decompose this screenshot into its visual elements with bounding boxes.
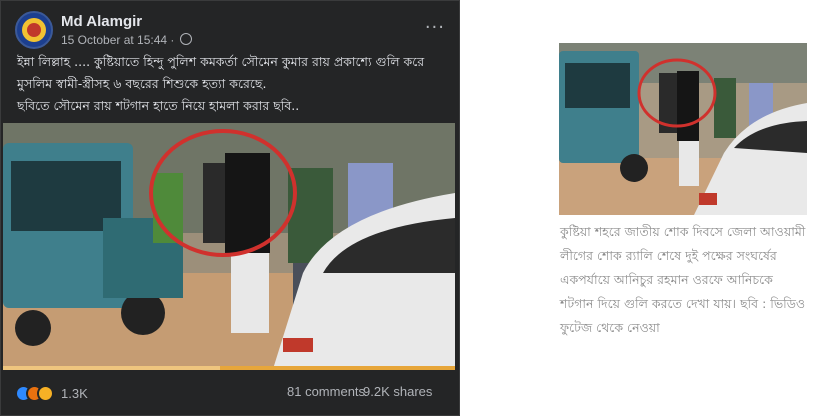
- post-timestamp[interactable]: 15 October at 15:44 ·: [61, 33, 174, 47]
- post-text: ইন্না লিল্লাহ .... কুষ্টিয়াতে হিন্দু পু…: [17, 51, 447, 117]
- post-text-line-2: ছবিতে সৌমেন রায় শটগান হাতে নিয়ে হামলা …: [17, 98, 300, 113]
- video-progress-played: [3, 366, 220, 370]
- comments-count[interactable]: 81 comments: [287, 384, 365, 399]
- avatar[interactable]: [15, 11, 53, 49]
- ellipsis-icon[interactable]: ···: [425, 17, 445, 38]
- reaction-count[interactable]: 1.3K: [61, 386, 88, 401]
- post-text-line-1: ইন্না লিল্লাহ .... কুষ্টিয়াতে হিন্দু পু…: [17, 54, 425, 91]
- globe-icon: [179, 33, 192, 45]
- news-photo: [559, 43, 807, 215]
- post-meta: 15 October at 15:44 ·: [61, 33, 192, 47]
- news-caption: কুষ্টিয়া শহরে জাতীয় শোক দিবসে জেলা আওয…: [560, 224, 806, 335]
- post-header: Md Alamgir 15 October at 15:44 · ···: [15, 11, 445, 53]
- sad-icon: [37, 385, 54, 402]
- shares-count[interactable]: 9.2K shares: [363, 384, 432, 399]
- post-footer: 1.3K 81 comments 9.2K shares: [15, 383, 445, 407]
- street-scene-image: [3, 123, 455, 369]
- video-progress-bar[interactable]: [3, 366, 455, 370]
- author-name[interactable]: Md Alamgir: [61, 13, 142, 30]
- news-street-scene-image: [559, 43, 807, 215]
- facebook-post: Md Alamgir 15 October at 15:44 · ··· ইন্…: [0, 0, 460, 416]
- post-video-frame[interactable]: [3, 123, 455, 369]
